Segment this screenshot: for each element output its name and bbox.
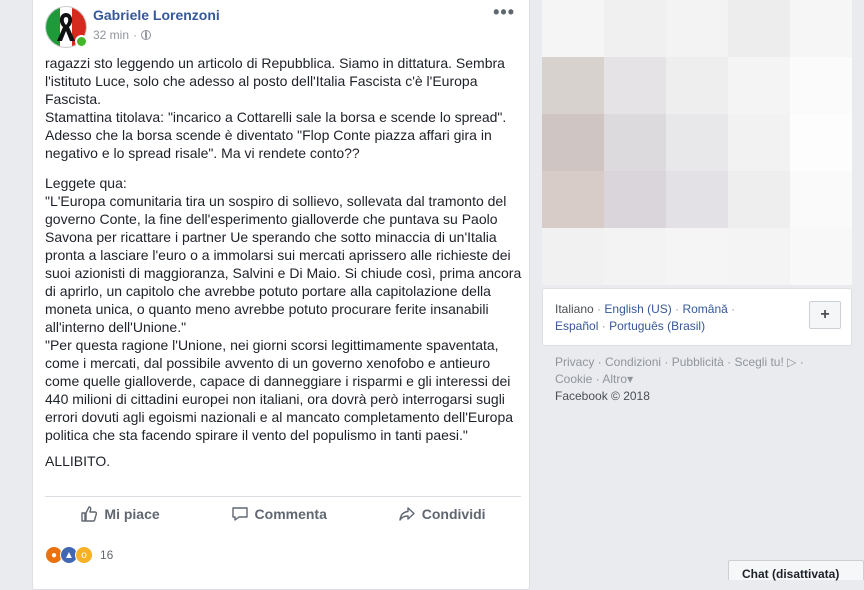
reactions-summary[interactable]: ● ▲ o 16 (45, 546, 113, 564)
globe-icon[interactable] (141, 30, 152, 40)
language-sep: · (731, 302, 736, 316)
online-status-dot (75, 35, 88, 48)
comment-label: Commenta (254, 506, 327, 522)
add-language-button[interactable]: + (809, 301, 841, 329)
footer-link-privacy[interactable]: Privacy (555, 355, 594, 369)
post-time[interactable]: 32 min (93, 28, 129, 42)
reaction-count: 16 (100, 548, 114, 562)
language-link[interactable]: Português (Brasil) (609, 319, 705, 333)
chat-bar[interactable]: Chat (disattivata) (728, 560, 864, 581)
post-options-button[interactable]: ••• (493, 2, 515, 23)
chevron-down-icon: ▾ (627, 372, 634, 386)
share-button[interactable]: Condividi (398, 505, 486, 523)
post-actions: Mi piace Commenta Condividi (45, 496, 521, 523)
like-label: Mi piace (104, 506, 160, 522)
footer-copyright: Facebook © 2018 (555, 389, 650, 403)
post-author[interactable]: Gabriele Lorenzoni (93, 7, 220, 23)
more-label: Altro (602, 372, 628, 386)
footer-link-terms[interactable]: Condizioni (605, 355, 661, 369)
footer-link-more[interactable]: Altro▾ (602, 372, 633, 386)
language-link[interactable]: Español (555, 319, 598, 333)
share-label: Condividi (421, 506, 486, 522)
footer-link-ads[interactable]: Pubblicità (672, 355, 724, 369)
adchoices-icon: ▷ (787, 355, 797, 369)
language-list: Italiano · English (US) · Română · Españ… (555, 301, 795, 335)
post-paragraph: ALLIBITO. (45, 453, 111, 469)
wow-reaction-icon: o (75, 546, 93, 564)
footer-links: Privacy · Condizioni · Pubblicità · Sceg… (555, 355, 804, 403)
language-link[interactable]: English (US) (604, 302, 671, 316)
post-meta: 32 min · (93, 28, 152, 42)
footer-link-adchoices[interactable]: Scegli tu! ▷ (734, 355, 796, 369)
post-paragraph: Leggete qua: "L'Europa comunitaria tira … (45, 175, 522, 443)
language-sep: · (601, 319, 606, 333)
pixelated-ad-image (542, 0, 852, 285)
language-sep: · (597, 302, 602, 316)
footer-link-cookie[interactable]: Cookie (555, 372, 592, 386)
language-selector: Italiano · English (US) · Română · Españ… (542, 288, 852, 346)
post-card: Gabriele Lorenzoni 32 min · ••• ragazzi … (32, 0, 530, 590)
adchoices-label: Scegli tu! (734, 355, 784, 369)
like-button[interactable]: Mi piace (80, 505, 160, 523)
language-current: Italiano (555, 302, 594, 316)
post-paragraph: ragazzi sto leggendo un articolo di Repu… (45, 55, 507, 161)
meta-separator: · (133, 28, 138, 42)
post-body: ragazzi sto leggendo un articolo di Repu… (45, 54, 523, 470)
comment-button[interactable]: Commenta (231, 505, 327, 523)
thumbs-up-icon (81, 506, 98, 522)
share-icon (399, 507, 415, 521)
language-sep: · (675, 302, 680, 316)
language-link[interactable]: Română (682, 302, 727, 316)
comment-icon (231, 507, 248, 521)
